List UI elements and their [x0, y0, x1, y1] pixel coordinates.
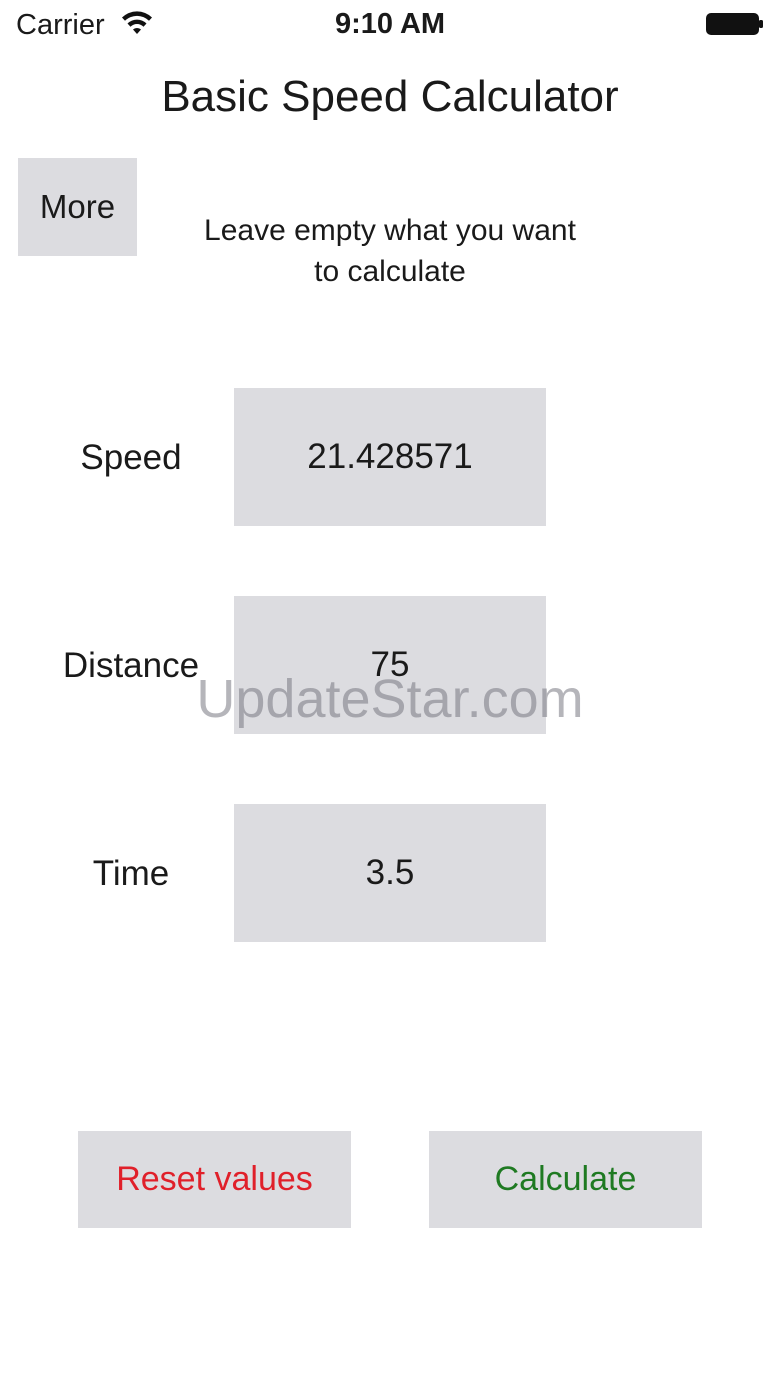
time-label: Time [92, 854, 170, 893]
time-input[interactable] [234, 804, 546, 942]
status-time: 9:10 AM [334, 8, 446, 40]
distance-input[interactable] [234, 596, 546, 734]
page-title: Basic Speed Calculator [161, 72, 619, 121]
distance-label: Distance [62, 646, 200, 685]
more-button[interactable]: More [18, 158, 137, 256]
speed-label: Speed [80, 438, 182, 477]
speed-calculator-screen: Carrier 9:10 AM Basic Speed Calculator M… [0, 0, 780, 1387]
speed-input[interactable] [234, 388, 546, 526]
status-bar: Carrier 9:10 AM [0, 0, 780, 50]
instruction-text: Leave empty what you want to calculate [204, 214, 576, 288]
battery-icon [706, 13, 763, 35]
reset-values-button[interactable]: Reset values [78, 1131, 351, 1228]
calculate-button[interactable]: Calculate [429, 1131, 702, 1228]
